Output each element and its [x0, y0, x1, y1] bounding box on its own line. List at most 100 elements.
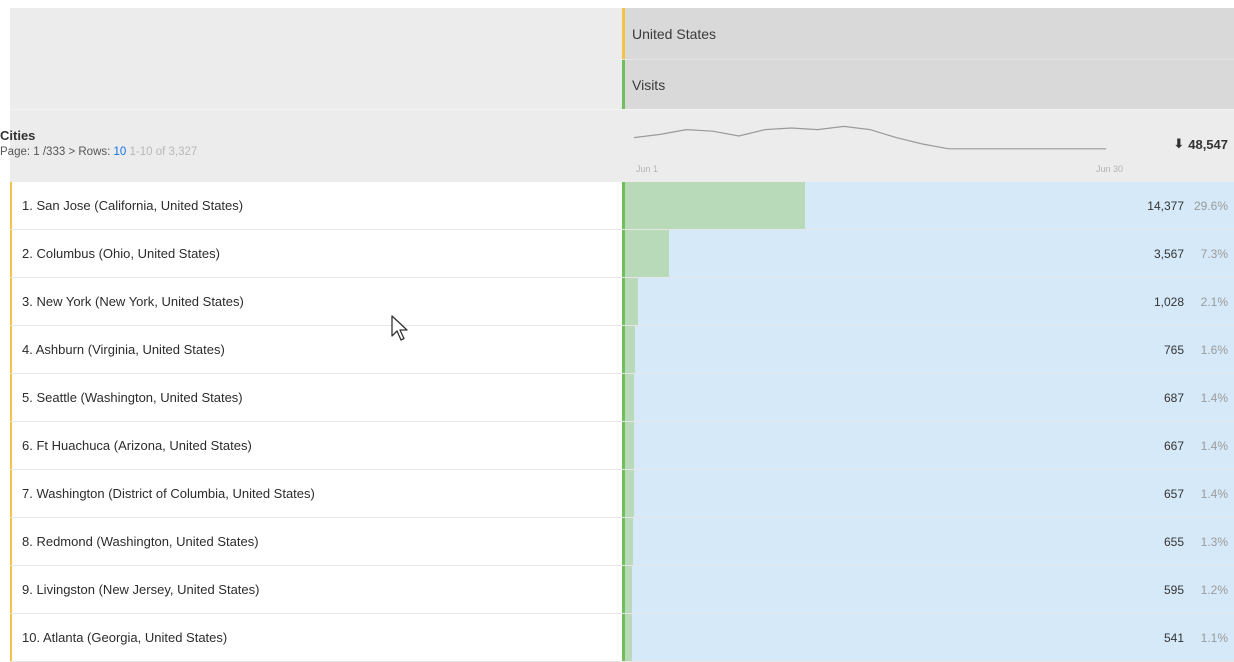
visit-count: 595	[1163, 582, 1184, 597]
visit-count: 541	[1163, 630, 1184, 645]
visit-count: 765	[1163, 342, 1184, 357]
city-label[interactable]: 10. Atlanta (Georgia, United States)	[22, 630, 227, 645]
sparkline-start-label: Jun 1	[636, 164, 659, 174]
sparkline-end-label: Jun 30	[1096, 164, 1124, 174]
metric-label: Visits	[632, 76, 666, 93]
visit-count: 3,567	[1153, 246, 1184, 261]
metric-cell: 687 1.4%	[622, 374, 1234, 421]
share-bar	[625, 422, 634, 469]
row-label-cell: 10. Atlanta (Georgia, United States)	[10, 614, 622, 661]
visit-percent: 1.6%	[1200, 342, 1228, 357]
metric-values: 3,567 7.3%	[1154, 230, 1228, 277]
row-range-text: 1-10 of 3,327	[129, 146, 198, 158]
visit-percent: 1.4%	[1200, 438, 1228, 453]
city-label[interactable]: 1. San Jose (California, United States)	[22, 198, 243, 213]
sort-down-arrow-icon[interactable]: ⬇	[1173, 136, 1184, 152]
page-value[interactable]: 1 /333	[33, 146, 65, 158]
table-row[interactable]: 8. Redmond (Washington, United States) 65…	[10, 518, 1234, 566]
page-label: Page:	[0, 146, 31, 158]
city-label[interactable]: 8. Redmond (Washington, United States)	[22, 534, 259, 549]
row-label-cell: 6. Ft Huachuca (Arizona, United States)	[10, 422, 622, 469]
dimension-header: Cities Page: 1 /333 > Rows: 10 1-10 of 3…	[0, 110, 622, 182]
visit-percent: 29.6%	[1193, 198, 1228, 213]
metric-total: ⬇ 48,547	[1173, 136, 1228, 152]
table-row[interactable]: 3. New York (New York, United States) 1,0…	[10, 278, 1234, 326]
row-label-cell: 3. New York (New York, United States)	[10, 278, 622, 325]
table-row[interactable]: 9. Livingston (New Jersey, United States…	[10, 566, 1234, 614]
table-row[interactable]: 1. San Jose (California, United States) 1…	[10, 182, 1234, 230]
header-blank-cell	[10, 8, 622, 109]
metric-cell: 1,028 2.1%	[622, 278, 1234, 325]
visit-percent: 1.2%	[1200, 582, 1228, 597]
share-bar	[625, 470, 634, 517]
metric-color-bar	[622, 60, 625, 109]
table-header-top: United States Visits	[10, 8, 1234, 109]
visit-count: 657	[1163, 486, 1184, 501]
metric-values: 14,377 29.6%	[1147, 182, 1228, 229]
city-label[interactable]: 3. New York (New York, United States)	[22, 294, 244, 309]
table-row[interactable]: 5. Seattle (Washington, United States) 68…	[10, 374, 1234, 422]
column-header: United States Visits	[622, 8, 1234, 109]
share-bar	[625, 614, 632, 661]
share-bar	[625, 278, 638, 325]
sparkline-path	[633, 125, 1106, 150]
metric-header[interactable]: Visits	[622, 60, 1234, 109]
visit-count: 655	[1163, 534, 1184, 549]
table-row[interactable]: 10. Atlanta (Georgia, United States) 541 1…	[10, 614, 1234, 662]
table-row[interactable]: 2. Columbus (Ohio, United States) 3,567 7.…	[10, 230, 1234, 278]
city-label[interactable]: 5. Seattle (Washington, United States)	[22, 390, 243, 405]
row-label-cell: 5. Seattle (Washington, United States)	[10, 374, 622, 421]
share-bar	[625, 326, 635, 373]
row-label-cell: 2. Columbus (Ohio, United States)	[10, 230, 622, 277]
city-label[interactable]: 6. Ft Huachuca (Arizona, United States)	[22, 438, 252, 453]
metric-cell: 14,377 29.6%	[622, 182, 1234, 229]
mouse-pointer-icon	[391, 315, 408, 341]
segment-header[interactable]: United States	[622, 8, 1234, 60]
metric-cell: 3,567 7.3%	[622, 230, 1234, 277]
rows-per-page-select[interactable]: 10	[114, 146, 127, 158]
metric-values: 595 1.2%	[1164, 566, 1228, 613]
metric-values: 1,028 2.1%	[1154, 278, 1228, 325]
row-label-cell: 7. Washington (District of Columbia, Uni…	[10, 470, 622, 517]
metric-cell: 595 1.2%	[622, 566, 1234, 613]
pagination: Page: 1 /333 > Rows: 10 1-10 of 3,327	[0, 146, 622, 158]
visit-percent: 2.1%	[1200, 294, 1228, 309]
city-label[interactable]: 9. Livingston (New Jersey, United States…	[22, 582, 259, 597]
metric-values: 765 1.6%	[1164, 326, 1228, 373]
table-row[interactable]: 6. Ft Huachuca (Arizona, United States) 6…	[10, 422, 1234, 470]
metric-cell: 765 1.6%	[622, 326, 1234, 373]
city-label[interactable]: 7. Washington (District of Columbia, Uni…	[22, 486, 315, 501]
share-bar	[625, 566, 633, 613]
dimension-title[interactable]: Cities	[0, 128, 622, 143]
visit-percent: 1.4%	[1200, 486, 1228, 501]
segment-label: United States	[632, 25, 717, 42]
metric-values: 687 1.4%	[1164, 374, 1228, 421]
table-body: 1. San Jose (California, United States) 1…	[10, 182, 1234, 662]
table-header-bottom: Cities Page: 1 /333 > Rows: 10 1-10 of 3…	[0, 109, 1234, 182]
freeform-table: United States Visits Cities Page: 1 /333…	[0, 8, 1234, 662]
total-value: 48,547	[1188, 136, 1228, 152]
visit-count: 1,028	[1153, 294, 1184, 309]
visit-count: 667	[1163, 438, 1184, 453]
city-label[interactable]: 4. Ashburn (Virginia, United States)	[22, 342, 225, 357]
segment-color-bar	[622, 8, 625, 59]
visit-percent: 1.3%	[1200, 534, 1228, 549]
city-label[interactable]: 2. Columbus (Ohio, United States)	[22, 246, 220, 261]
row-label-cell: 8. Redmond (Washington, United States)	[10, 518, 622, 565]
trend-sparkline	[633, 125, 1106, 150]
visit-percent: 1.4%	[1200, 390, 1228, 405]
visit-count: 687	[1163, 390, 1184, 405]
metric-values: 657 1.4%	[1164, 470, 1228, 517]
visit-percent: 1.1%	[1200, 630, 1228, 645]
row-label-cell: 9. Livingston (New Jersey, United States…	[10, 566, 622, 613]
metric-cell: 655 1.3%	[622, 518, 1234, 565]
table-row[interactable]: 7. Washington (District of Columbia, Uni…	[10, 470, 1234, 518]
next-page-button[interactable]: >	[68, 146, 75, 158]
row-label-cell: 4. Ashburn (Virginia, United States)	[10, 326, 622, 373]
share-bar	[625, 182, 806, 229]
rows-label: Rows:	[78, 146, 111, 158]
visit-count: 14,377	[1147, 198, 1184, 213]
table-row[interactable]: 4. Ashburn (Virginia, United States) 765 1…	[10, 326, 1234, 374]
metric-cell: 667 1.4%	[622, 422, 1234, 469]
share-bar	[625, 518, 633, 565]
